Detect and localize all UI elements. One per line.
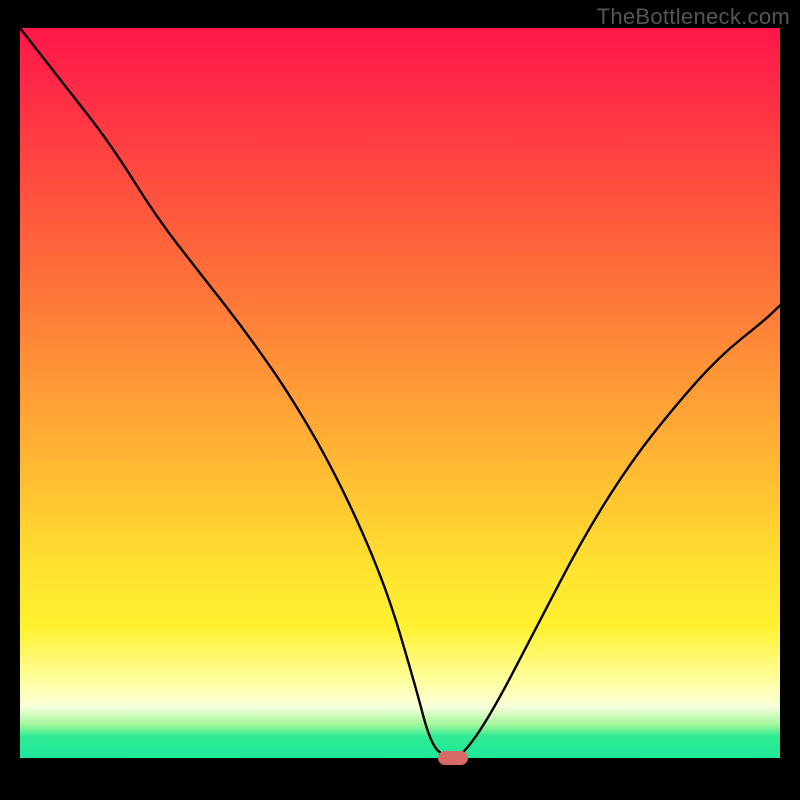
bottleneck-curve	[20, 28, 780, 758]
watermark-text: TheBottleneck.com	[597, 4, 790, 30]
optimal-marker	[438, 751, 468, 765]
plot-outer	[20, 28, 780, 788]
chart-frame: TheBottleneck.com	[0, 0, 800, 800]
